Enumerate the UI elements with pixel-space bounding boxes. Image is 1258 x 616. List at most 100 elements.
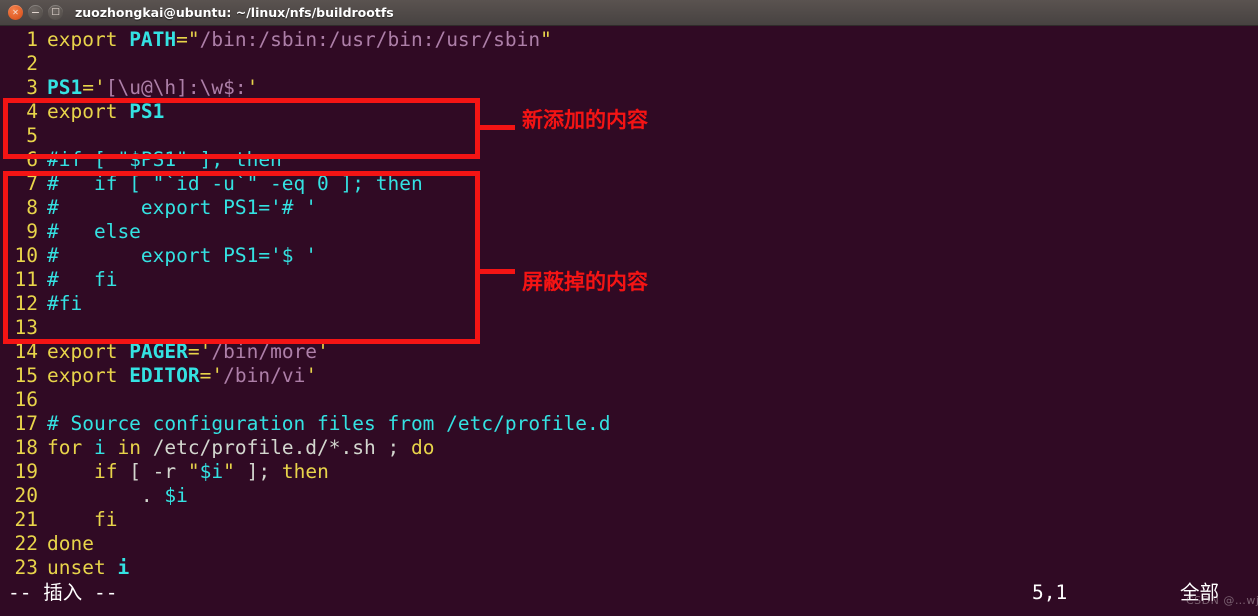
editor-line[interactable]: 2 — [8, 52, 1258, 76]
window-title: zuozhongkai@ubuntu: ~/linux/nfs/buildroo… — [75, 5, 394, 20]
code-token: PATH — [129, 28, 177, 51]
annotation-added-content: 新添加的内容 — [522, 108, 648, 132]
terminal-window: ✕ − □ zuozhongkai@ubuntu: ~/linux/nfs/bu… — [0, 0, 1258, 608]
line-number: 1 — [26, 28, 38, 51]
close-icon: ✕ — [12, 7, 19, 17]
code-token: then — [281, 460, 329, 483]
terminal-body[interactable]: 1 export PATH="/bin:/sbin:/usr/bin:/usr/s… — [0, 26, 1258, 608]
editor-line[interactable]: 20 . $i — [8, 484, 1258, 508]
editor-line[interactable]: 14 export PAGER='/bin/more' — [8, 340, 1258, 364]
editor-line[interactable]: 23 unset i — [8, 556, 1258, 580]
code-token: ' — [199, 340, 212, 363]
minimize-button[interactable]: − — [28, 5, 43, 20]
code-token: ' — [93, 76, 106, 99]
editor-line[interactable]: 6 #if [ "$PS1" ]; then — [8, 148, 1258, 172]
line-number: 4 — [26, 100, 38, 123]
code-token: i — [93, 436, 106, 459]
code-token: export — [47, 364, 130, 387]
line-number: 19 — [14, 460, 38, 483]
editor-line[interactable]: 9 # else — [8, 220, 1258, 244]
code-token: fi — [47, 508, 118, 531]
window-titlebar: ✕ − □ zuozhongkai@ubuntu: ~/linux/nfs/bu… — [0, 0, 1258, 26]
line-number: 7 — [26, 172, 38, 195]
code-token: = — [187, 340, 200, 363]
code-token: if — [47, 460, 130, 483]
code-token: export — [47, 28, 130, 51]
code-token: PS1 — [47, 76, 83, 99]
editor-line[interactable]: 13 — [8, 316, 1258, 340]
code-token: PAGER — [129, 340, 188, 363]
status-scroll-indicator: 全部 — [1180, 581, 1220, 604]
line-number: 5 — [26, 124, 38, 147]
code-token: " — [187, 28, 200, 51]
code-token: do — [410, 436, 435, 459]
code-token: " — [540, 28, 552, 51]
editor-line[interactable]: 3 PS1='[\u@\h]:\w$:' — [8, 76, 1258, 100]
code-token: # if [ "`id -u`" -eq 0 ]; then — [47, 172, 423, 195]
line-number: 12 — [14, 292, 38, 315]
code-token: /etc/profile.d/*.sh ; — [152, 436, 411, 459]
line-number: 14 — [14, 340, 38, 363]
line-number: 10 — [14, 244, 38, 267]
code-token: $i — [164, 484, 188, 507]
editor-line[interactable]: 7 # if [ "`id -u`" -eq 0 ]; then — [8, 172, 1258, 196]
editor-line[interactable]: 18 for i in /etc/profile.d/*.sh ; do — [8, 436, 1258, 460]
code-token: ' — [317, 340, 329, 363]
code-token: /bin:/sbin:/usr/bin:/usr/sbin — [199, 28, 541, 51]
code-token: = — [176, 28, 188, 51]
line-number: 3 — [26, 76, 38, 99]
editor-line[interactable]: 10 # export PS1='$ ' — [8, 244, 1258, 268]
editor-line[interactable]: 1 export PATH="/bin:/sbin:/usr/bin:/usr/s… — [8, 28, 1258, 52]
code-token: # export PS1='# ' — [47, 196, 318, 219]
maximize-icon: □ — [51, 7, 60, 17]
code-token: PS1 — [129, 100, 165, 123]
line-number: 23 — [14, 556, 38, 579]
code-token: = — [82, 76, 94, 99]
code-token: done — [47, 532, 94, 555]
vim-status-bar: -- 插入 -- 5,1 全部 CSDN @…wj — [0, 578, 1258, 608]
code-token: export — [47, 100, 130, 123]
code-token: in — [105, 436, 153, 459]
line-number: 8 — [26, 196, 38, 219]
code-token: /bin/vi — [223, 364, 306, 387]
line-number: 21 — [14, 508, 38, 531]
leader-line-added — [480, 125, 515, 130]
code-token: /bin/more — [211, 340, 318, 363]
code-token: " — [223, 460, 235, 483]
code-token: " — [187, 460, 200, 483]
code-token: # Source configuration files from /etc/p… — [47, 412, 611, 435]
code-token: [ -r — [129, 460, 188, 483]
line-number: 17 — [14, 412, 38, 435]
line-number: 22 — [14, 532, 38, 555]
editor-line[interactable]: 8 # export PS1='# ' — [8, 196, 1258, 220]
code-token: ' — [246, 76, 259, 99]
close-button[interactable]: ✕ — [8, 5, 23, 20]
editor-line[interactable]: 17 # Source configuration files from /etc… — [8, 412, 1258, 436]
code-token: EDITOR — [129, 364, 200, 387]
code-token: for — [47, 436, 94, 459]
code-token: $i — [199, 460, 224, 483]
leader-line-commented — [480, 269, 515, 274]
maximize-button[interactable]: □ — [48, 5, 63, 20]
code-token: ]; — [234, 460, 282, 483]
line-number: 16 — [14, 388, 38, 411]
editor-line[interactable]: 16 — [8, 388, 1258, 412]
editor-line[interactable]: 22 done — [8, 532, 1258, 556]
editor-line[interactable]: 19 if [ -r "$i" ]; then — [8, 460, 1258, 484]
window-controls: ✕ − □ — [8, 5, 63, 20]
line-number: 18 — [14, 436, 38, 459]
code-token: export — [47, 340, 130, 363]
code-token: # else — [47, 220, 141, 243]
code-token: ' — [305, 364, 318, 387]
code-token: #fi — [47, 292, 83, 315]
line-number: 13 — [14, 316, 38, 339]
annotation-commented-content: 屏蔽掉的内容 — [522, 270, 648, 294]
status-mode: -- 插入 -- — [8, 581, 118, 604]
editor-line[interactable]: 21 fi — [8, 508, 1258, 532]
line-number: 15 — [14, 364, 38, 387]
code-token: # export PS1='$ ' — [47, 244, 318, 267]
editor-line[interactable]: 15 export EDITOR='/bin/vi' — [8, 364, 1258, 388]
line-number: 9 — [26, 220, 38, 243]
line-number: 20 — [14, 484, 38, 507]
code-token: #if [ "$PS1" ]; then — [47, 148, 282, 171]
